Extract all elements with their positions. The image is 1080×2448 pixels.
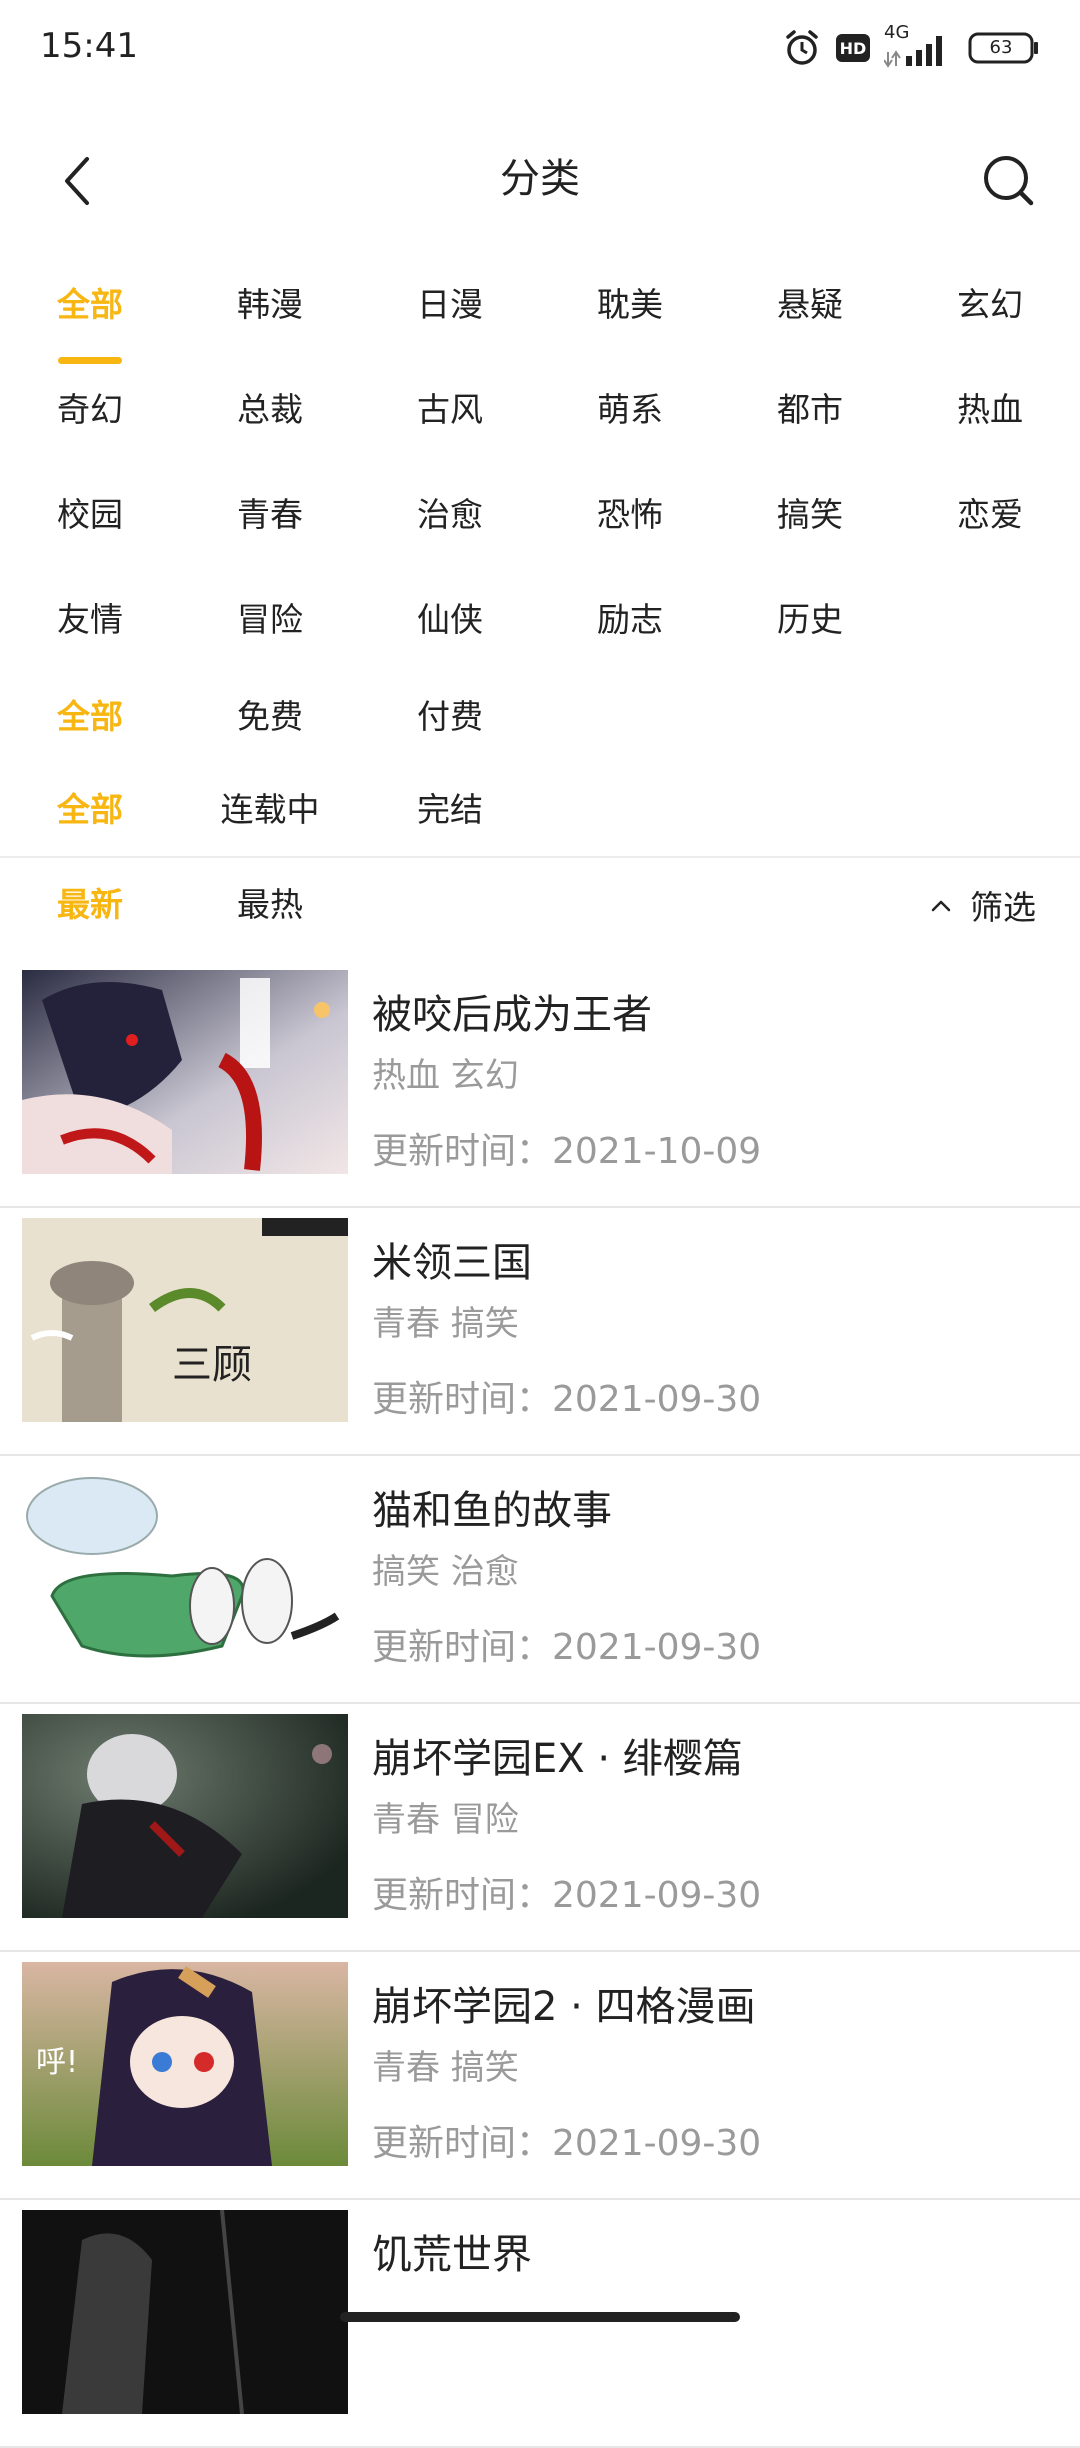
- genre-chip[interactable]: 恋爱: [900, 480, 1080, 550]
- comic-updated-time: 更新时间：2021-09-30: [372, 2123, 762, 2164]
- genre-chip[interactable]: 韩漫: [180, 270, 360, 340]
- alarm-icon: [782, 28, 822, 68]
- comic-title[interactable]: 被咬后成为王者: [372, 982, 652, 1040]
- genre-chip[interactable]: 恐怖: [540, 480, 720, 550]
- genre-chip[interactable]: 都市: [720, 375, 900, 445]
- comic-title[interactable]: 猫和鱼的故事: [372, 1478, 612, 1536]
- genre-filter: 全部 韩漫 日漫 耽美 悬疑 玄幻奇幻 总裁 古风 萌系 都市 热血校园 青春 治愈 恐怖 搞笑 恋爱友情 冒险…: [0, 270, 1080, 690]
- comic-tags: 青春 冒险: [372, 1800, 519, 1840]
- genre-chip[interactable]: 友情: [0, 585, 180, 655]
- price-chip[interactable]: 付费: [360, 682, 540, 752]
- comic-updated-time: 更新时间：2021-10-09: [372, 1131, 762, 1172]
- battery-level: 63: [989, 37, 1013, 58]
- comic-tags: 青春 搞笑: [372, 2048, 519, 2088]
- status-bar: 15:41 HD 4G 63: [0, 0, 1080, 96]
- filter-toggle-label: 筛选: [970, 888, 1036, 927]
- comic-title[interactable]: 崩坏学园EX · 绯樱篇: [372, 1726, 743, 1784]
- comic-updated-time: 更新时间：2021-09-30: [372, 1875, 762, 1916]
- genre-chip[interactable]: 奇幻: [0, 375, 180, 445]
- comic-tags: 热血 玄幻: [372, 1056, 519, 1096]
- comic-list-item[interactable]: 崩坏学园EX · 绯樱篇青春 冒险更新时间：2021-09-30: [0, 1704, 1080, 1952]
- genre-chip[interactable]: 历史: [720, 585, 900, 655]
- sort-chip[interactable]: 最热: [180, 870, 360, 940]
- search-button[interactable]: [974, 146, 1044, 216]
- price-chip[interactable]: 全部: [0, 682, 180, 752]
- comic-updated-time: 更新时间：2021-09-30: [372, 1379, 762, 1420]
- comic-list-item[interactable]: 饥荒世界: [0, 2200, 1080, 2448]
- comic-cover[interactable]: [22, 970, 348, 1174]
- page-title: 分类: [500, 156, 580, 202]
- genre-chip[interactable]: 耽美: [540, 270, 720, 340]
- comic-title[interactable]: 米领三国: [372, 1230, 532, 1288]
- status-chip[interactable]: 完结: [360, 775, 540, 845]
- comic-updated-time: 更新时间：2021-09-30: [372, 1627, 762, 1668]
- hd-label: HD: [839, 38, 867, 58]
- comic-tags: 搞笑 治愈: [372, 1552, 519, 1592]
- genre-chip[interactable]: 仙侠: [360, 585, 540, 655]
- header: 分类: [0, 120, 1080, 230]
- comic-title[interactable]: 崩坏学园2 · 四格漫画: [372, 1974, 756, 2032]
- hd-icon: HD: [836, 34, 870, 62]
- genre-chip[interactable]: 治愈: [360, 480, 540, 550]
- genre-chip[interactable]: 萌系: [540, 375, 720, 445]
- sort-options: 最新 最热: [0, 870, 1080, 940]
- comic-list-item[interactable]: 猫和鱼的故事搞笑 治愈更新时间：2021-09-30: [0, 1456, 1080, 1704]
- svg-text:呼!: 呼!: [36, 2045, 78, 2080]
- comic-tags: 青春 搞笑: [372, 1304, 519, 1344]
- genre-chip[interactable]: 总裁: [180, 375, 360, 445]
- sort-bar: 最新 最热 筛选: [0, 870, 1080, 940]
- status-icons: HD 4G 63: [782, 22, 1040, 72]
- comic-cover[interactable]: [22, 2210, 348, 2414]
- genre-chip[interactable]: 玄幻: [900, 270, 1080, 340]
- genre-chip[interactable]: 全部: [0, 270, 180, 340]
- network-icon: 4G: [884, 22, 954, 70]
- divider: [0, 856, 1080, 858]
- battery-icon: 63: [968, 30, 1040, 66]
- filter-panel: 全部 韩漫 日漫 耽美 悬疑 玄幻 奇幻 总裁 古风 萌系 都市 热血 校园 青春 治愈 恐怖 搞笑 恋爱 友情 冒险…: [0, 270, 1080, 868]
- comic-list-item[interactable]: 被咬后成为王者热血 玄幻更新时间：2021-10-09: [0, 960, 1080, 1208]
- price-chip[interactable]: 免费: [180, 682, 360, 752]
- genre-chip[interactable]: 励志: [540, 585, 720, 655]
- genre-chip[interactable]: 热血: [900, 375, 1080, 445]
- home-indicator[interactable]: [340, 2312, 740, 2322]
- genre-chip[interactable]: 搞笑: [720, 480, 900, 550]
- comic-cover[interactable]: 三顾: [22, 1218, 348, 1422]
- sort-chip[interactable]: 最新: [0, 870, 180, 940]
- svg-text:三顾: 三顾: [172, 1342, 252, 1388]
- comic-list-item[interactable]: 呼! 崩坏学园2 · 四格漫画青春 搞笑更新时间：2021-09-30: [0, 1952, 1080, 2200]
- comic-list: 被咬后成为王者 热血 玄幻 更新时间：2021-10-09 三顾 米领三国 青春 搞笑 更新…: [0, 960, 1080, 2448]
- genre-chip[interactable]: 日漫: [360, 270, 540, 340]
- comic-title[interactable]: 饥荒世界: [372, 2222, 532, 2280]
- search-icon: [984, 156, 1034, 206]
- comic-list-item[interactable]: 三顾 米领三国青春 搞笑更新时间：2021-09-30: [0, 1208, 1080, 1456]
- genre-chip[interactable]: 悬疑: [720, 270, 900, 340]
- status-filter: 全部 连载中 完结: [0, 775, 1080, 868]
- genre-chip[interactable]: 冒险: [180, 585, 360, 655]
- genre-chip[interactable]: 青春: [180, 480, 360, 550]
- comic-cover[interactable]: [22, 1466, 348, 1670]
- price-filter: 全部 免费 付费: [0, 682, 1080, 775]
- status-chip[interactable]: 连载中: [180, 775, 360, 845]
- comic-cover[interactable]: 呼!: [22, 1962, 348, 2166]
- chevron-up-icon: [931, 900, 951, 912]
- genre-chip[interactable]: 古风: [360, 375, 540, 445]
- filter-toggle-button[interactable]: 筛选: [930, 870, 1036, 940]
- genre-chip[interactable]: 校园: [0, 480, 180, 550]
- status-chip[interactable]: 全部: [0, 775, 180, 845]
- comic-cover[interactable]: [22, 1714, 348, 1918]
- status-time: 15:41: [40, 26, 138, 66]
